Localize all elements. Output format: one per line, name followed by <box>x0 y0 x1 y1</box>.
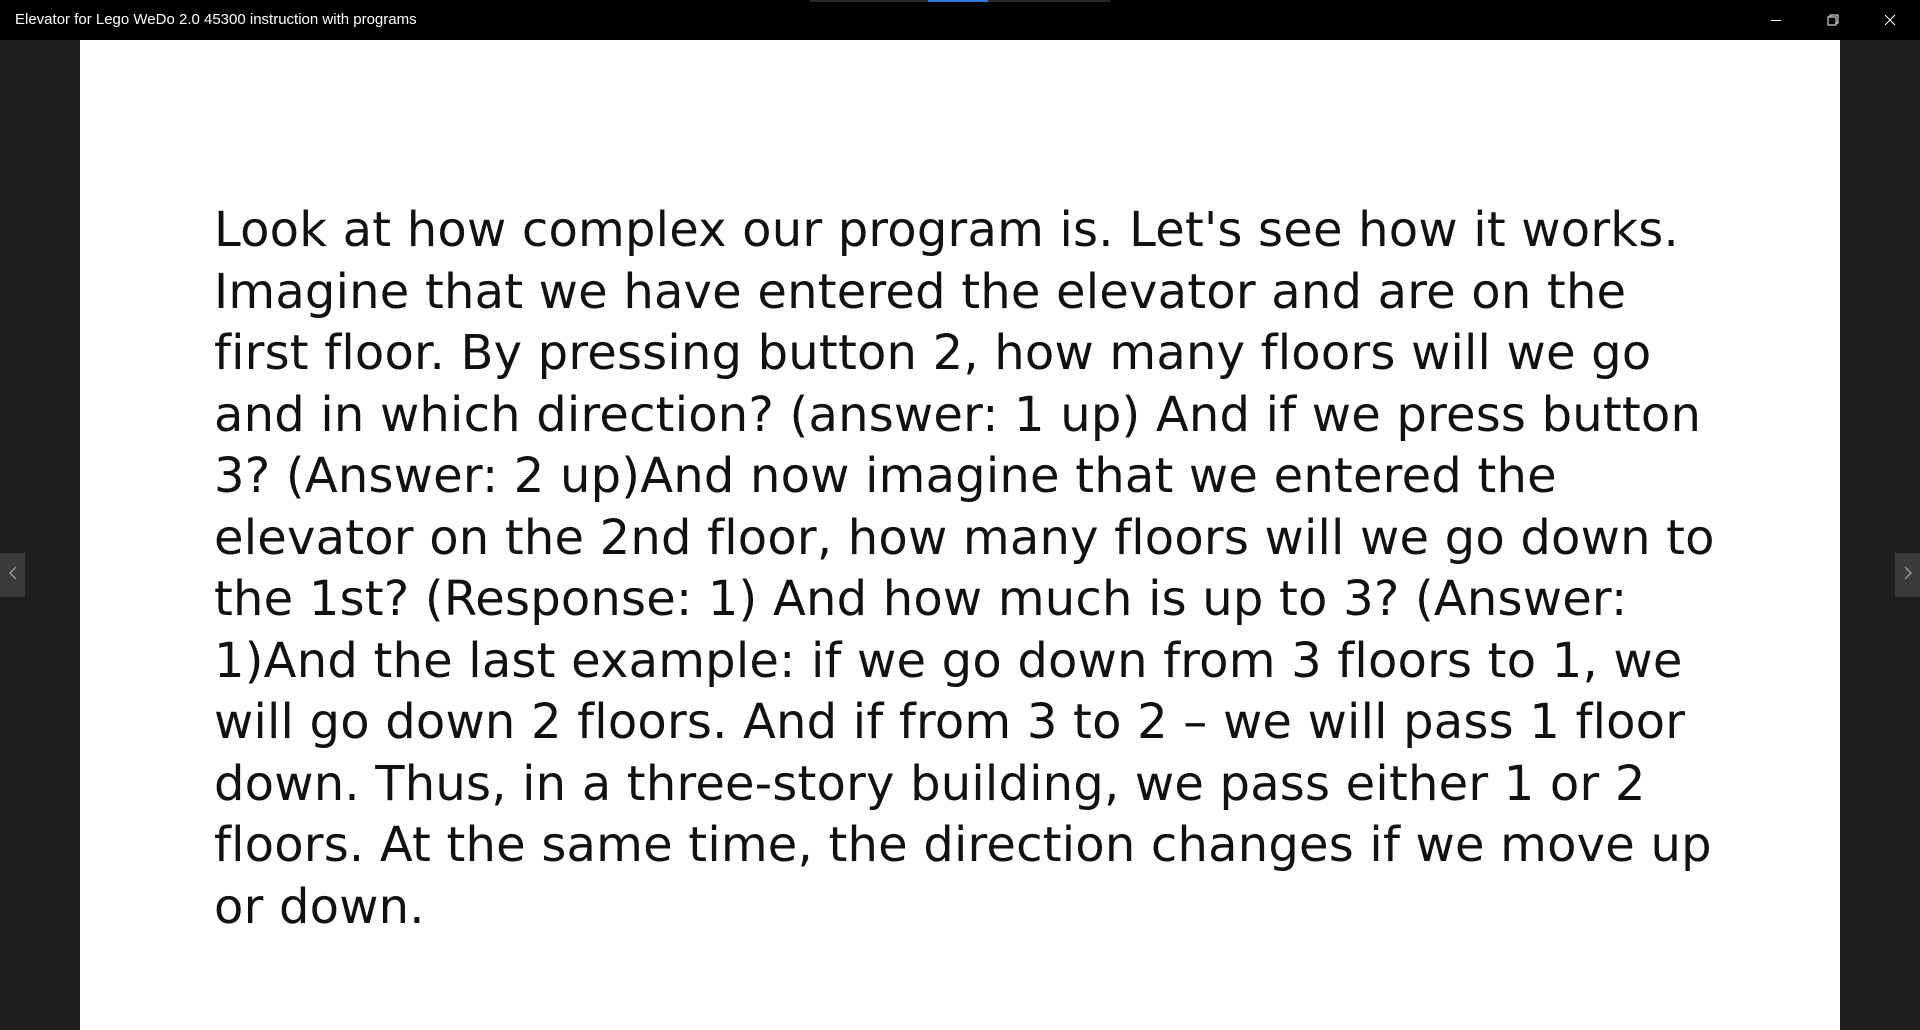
minimize-button[interactable] <box>1748 0 1804 40</box>
close-button[interactable] <box>1862 0 1918 40</box>
window-title: Elevator for Lego WeDo 2.0 45300 instruc… <box>15 11 417 28</box>
restore-button[interactable] <box>1805 0 1861 40</box>
close-icon <box>1884 14 1896 26</box>
chevron-right-icon <box>1903 565 1913 585</box>
document-page: Look at how complex our program is. Let'… <box>80 40 1840 1030</box>
chevron-left-icon <box>8 565 18 585</box>
restore-icon <box>1827 14 1839 26</box>
minimize-icon <box>1770 14 1782 26</box>
loading-progress-fill <box>928 0 988 2</box>
previous-page-button[interactable] <box>0 553 25 597</box>
title-bar: Elevator for Lego WeDo 2.0 45300 instruc… <box>0 0 1920 40</box>
next-page-button[interactable] <box>1895 553 1920 597</box>
page-body-text: Look at how complex our program is. Let'… <box>214 202 1715 935</box>
reader-stage: Look at how complex our program is. Let'… <box>0 40 1920 1030</box>
loading-progress-bar <box>810 0 1110 2</box>
